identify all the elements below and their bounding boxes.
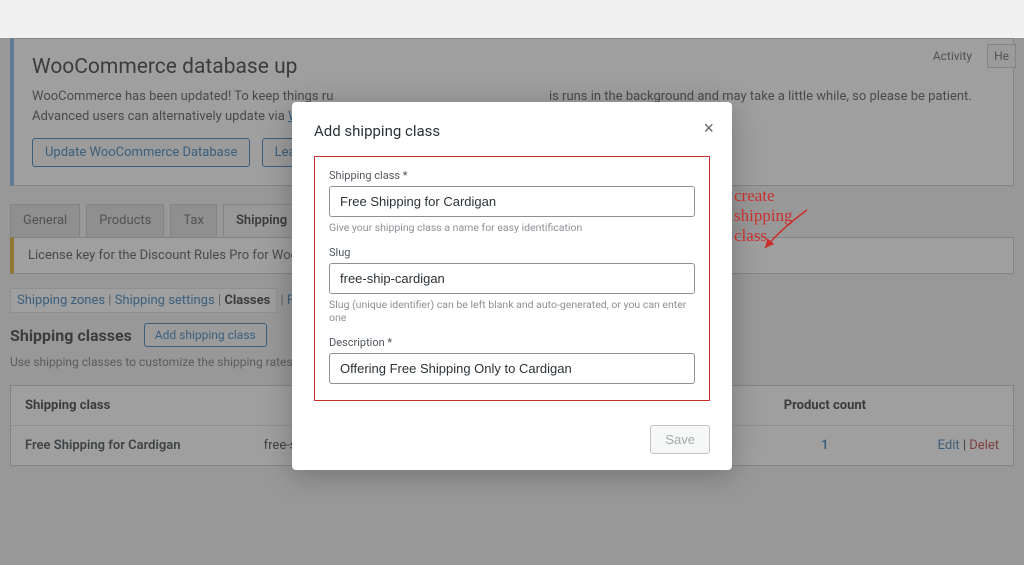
annotation-arrow-icon: [757, 208, 817, 258]
class-label: Shipping class *: [329, 169, 695, 182]
close-icon[interactable]: ×: [703, 118, 714, 139]
class-help: Give your shipping class a name for easy…: [329, 221, 695, 234]
slug-label: Slug: [329, 246, 695, 259]
modal-form: Shipping class * Give your shipping clas…: [314, 156, 710, 401]
add-shipping-class-modal: Add shipping class × Shipping class * Gi…: [292, 102, 732, 470]
slug-input[interactable]: [329, 263, 695, 294]
shipping-class-input[interactable]: [329, 186, 695, 217]
annotation-text: create shipping class: [734, 186, 793, 246]
modal-overlay[interactable]: Add shipping class × Shipping class * Gi…: [0, 38, 1024, 565]
desc-label: Description *: [329, 336, 695, 349]
description-input[interactable]: [329, 353, 695, 384]
save-button[interactable]: Save: [650, 425, 710, 454]
modal-title: Add shipping class: [314, 122, 710, 140]
slug-help: Slug (unique identifier) can be left bla…: [329, 298, 695, 324]
